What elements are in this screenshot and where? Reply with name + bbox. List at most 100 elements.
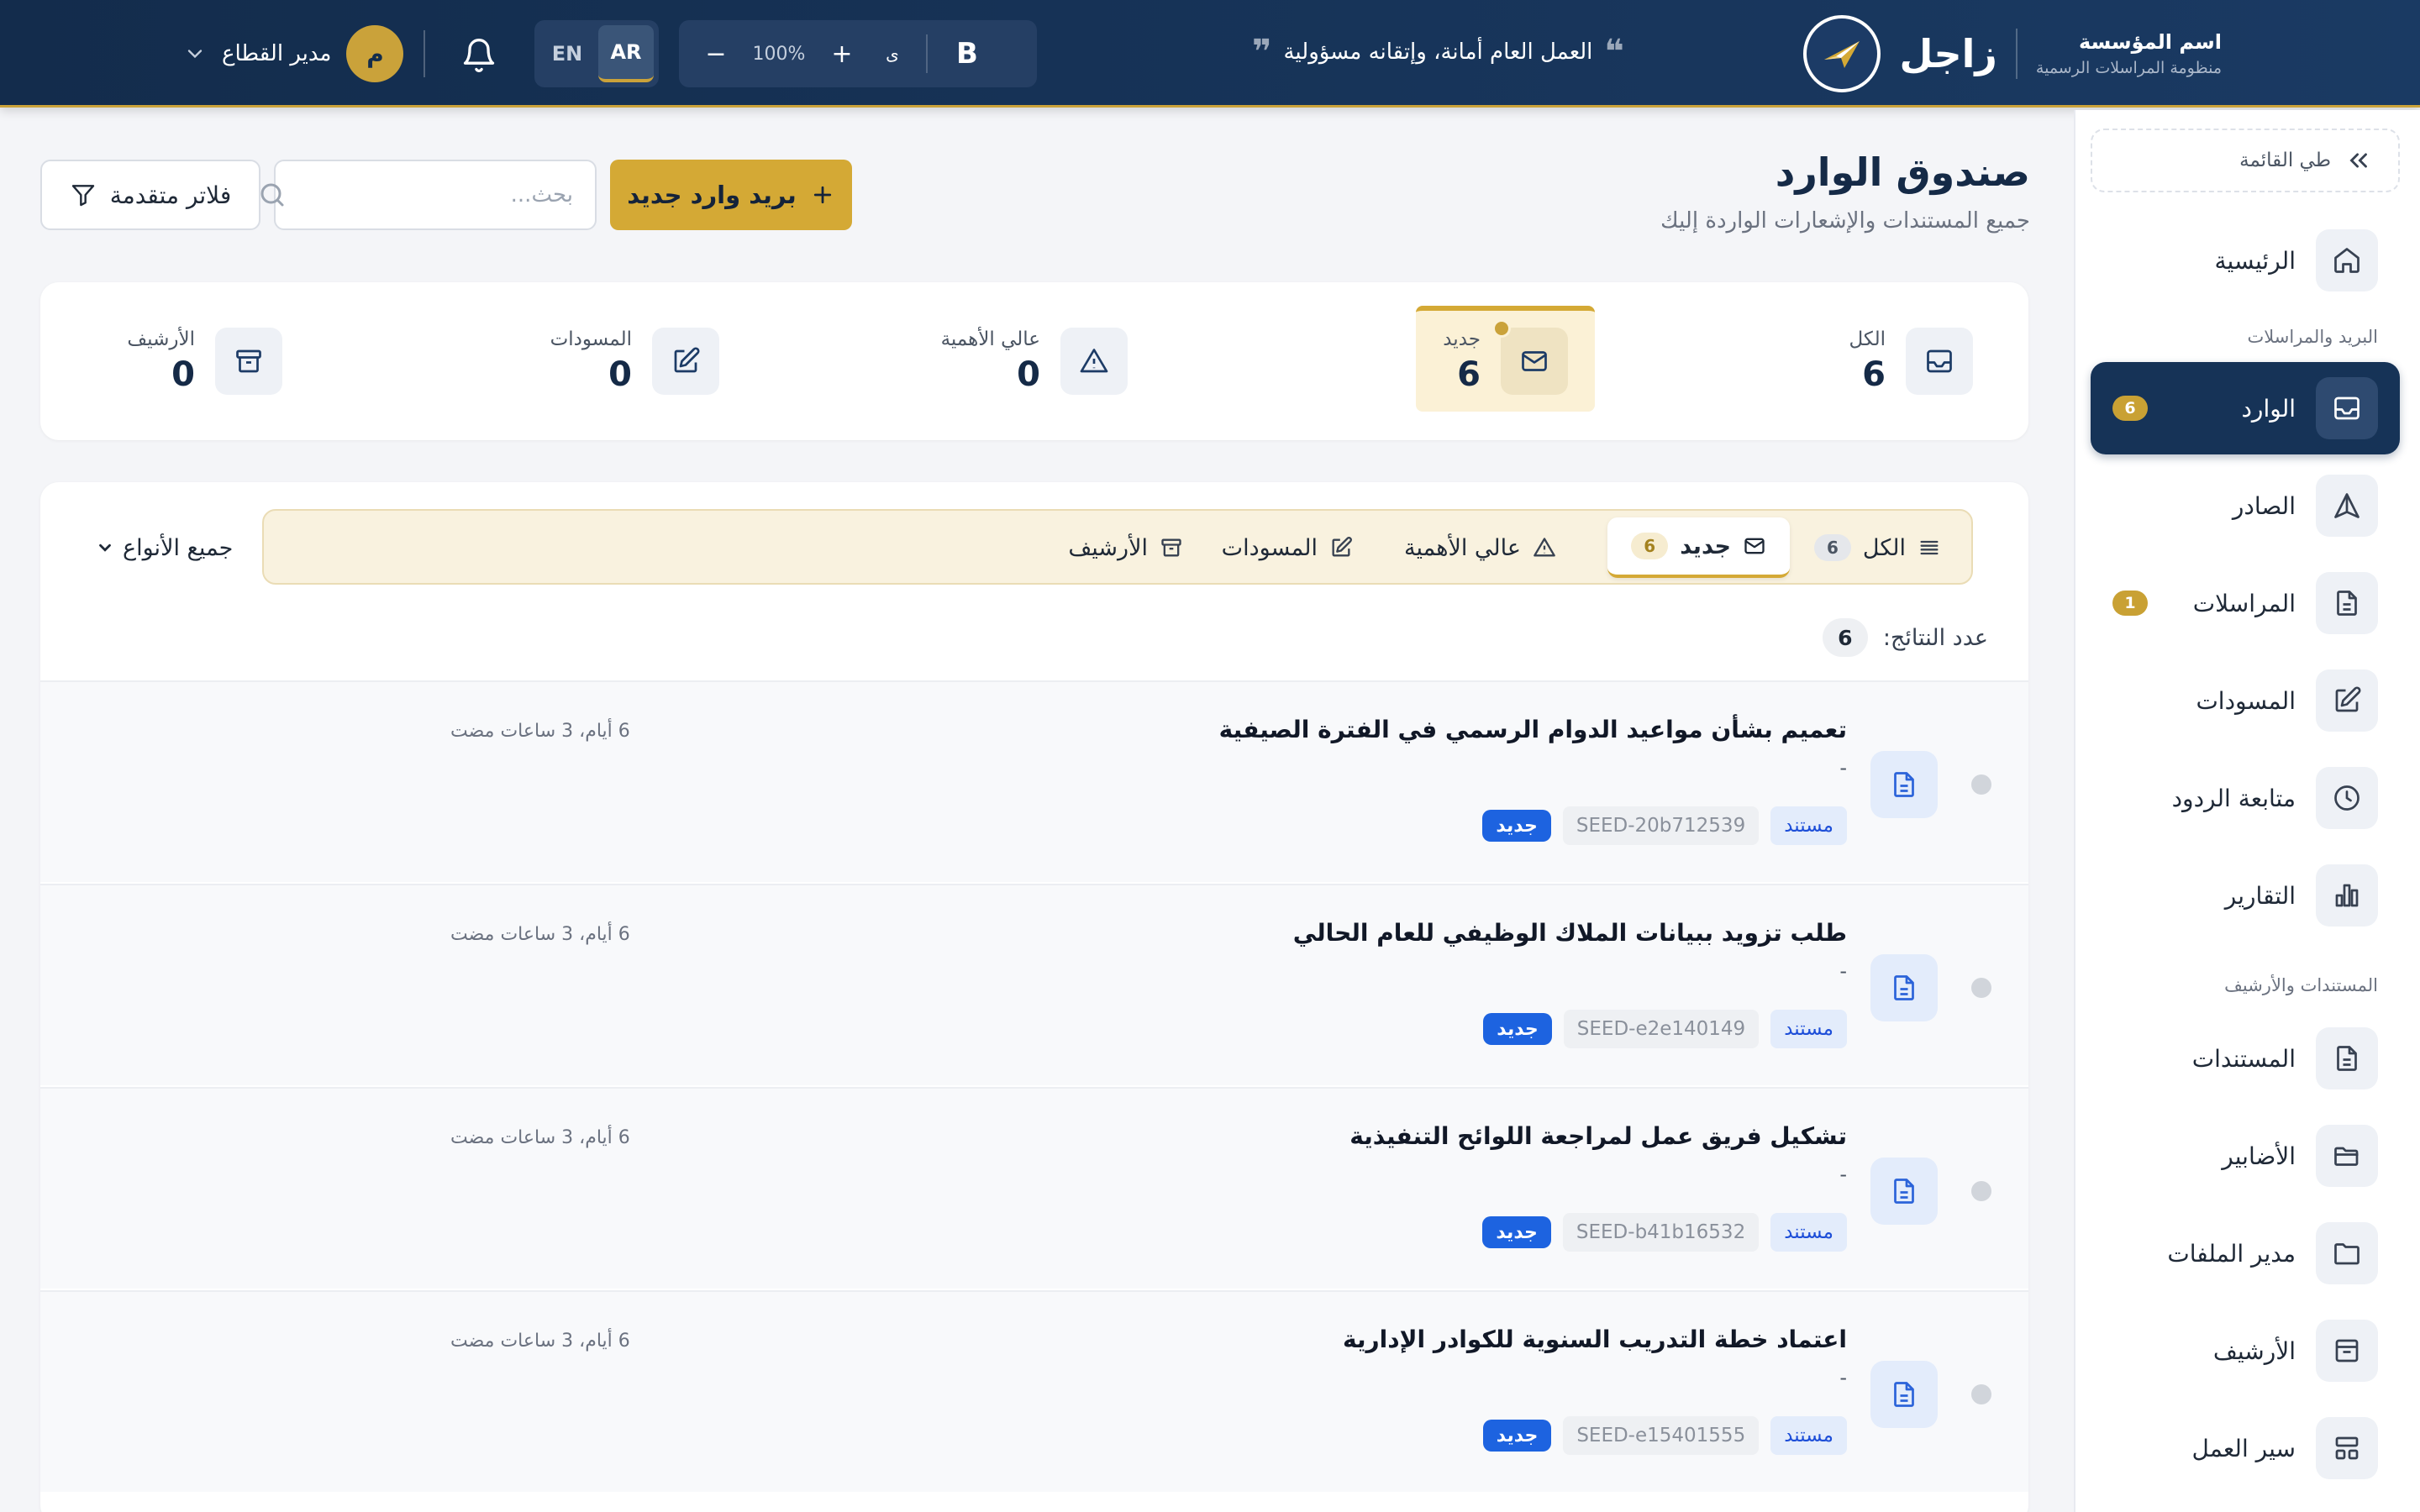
sidebar-item-label: الأرشيف [2212,1336,2296,1365]
sidebar-item-outbox[interactable]: الصادر [2091,459,2400,552]
sidebar-item-dossiers[interactable]: الأضابير [2091,1110,2400,1202]
lang-en-button[interactable]: EN [539,25,595,82]
read-status-dot[interactable] [1971,1384,1991,1404]
stat-label: المسودات [550,328,632,350]
tab-all[interactable]: الكل 6 [1791,517,1965,578]
results-label: عدد النتائج: [1882,624,1988,651]
stat-all[interactable]: الكل 6 [1822,311,2000,412]
item-type-badge: مستند [1770,1416,1847,1455]
item-title: تعميم بشأن مواعيد الدوام الرسمي في الفتر… [1218,716,1847,743]
zoom-in-button[interactable]: + [817,29,867,79]
warning-icon [1060,328,1128,395]
stat-label: الأرشيف [127,328,195,350]
sidebar-section-docs: المستندات والأرشيف [2224,975,2378,995]
document-icon [2316,572,2378,634]
list-item[interactable]: اعتماد خطة التدريب السنوية للكوادر الإدا… [40,1290,2028,1492]
stat-high-priority[interactable]: عالي الأهمية 0 [914,311,1155,412]
brand[interactable]: اسم المؤسسة منظومة المراسلات الرسمية زاج… [1803,15,2222,92]
list-icon [1918,536,1941,559]
collapse-menu-button[interactable]: طي القائمة [2091,129,2400,192]
stat-label: الكل [1849,328,1886,350]
sidebar-item-reports[interactable]: التقارير [2091,849,2400,942]
list-item[interactable]: طلب تزويد ببيانات الملاك الوظيفي للعام ا… [40,884,2028,1085]
bar-chart-icon [2316,864,2378,927]
item-subtitle: - [1839,1163,1847,1186]
motto-text: العمل العام أمانة، وإتقانه مسؤولية [1283,39,1593,65]
type-filter-label: جميع الأنواع [123,534,234,561]
tab-count: 6 [1813,534,1851,561]
inbox-icon [2316,377,2378,439]
read-status-dot[interactable] [1971,774,1991,795]
sidebar-item-label: التقارير [2224,881,2296,910]
type-filter-select[interactable]: جميع الأنواع [96,529,233,566]
list-item[interactable]: تشكيل فريق عمل لمراجعة اللوائح التنفيذية… [40,1087,2028,1289]
folder-icon [2316,1222,2378,1284]
read-status-dot[interactable] [1971,1181,1991,1201]
stat-value: 6 [1457,355,1481,394]
bell-icon[interactable] [460,37,497,74]
item-time: 6 أيام، 3 ساعات مضت [450,924,630,945]
stat-new[interactable]: جديد 6 [1416,306,1595,412]
stat-value: 0 [608,355,632,394]
chevron-down-icon [96,538,114,557]
sidebar-item-label: المراسلات [2192,589,2296,617]
stat-archive[interactable]: الأرشيف 0 [100,311,309,412]
stat-value: 0 [171,355,195,394]
document-icon [1870,1158,1938,1225]
filter-icon [70,181,97,208]
search-input[interactable] [301,182,573,207]
tab-drafts[interactable]: المسودات [1198,517,1376,578]
item-time: 6 أيام، 3 ساعات مضت [450,1127,630,1148]
page-title: صندوق الوارد [1775,150,2030,195]
sidebar-item-label: الصادر [2232,491,2296,520]
inbox-icon [1906,328,1973,395]
plus-icon [810,182,835,207]
zoom-out-button[interactable]: − [691,29,741,79]
document-icon [1870,1361,1938,1428]
edit-icon [652,328,719,395]
tab-archive[interactable]: الأرشيف [1044,517,1207,578]
document-icon [2316,1027,2378,1089]
item-subtitle: - [1839,756,1847,780]
sidebar-item-label: متابعة الردود [2171,784,2296,812]
sidebar-item-label: المستندات [2191,1044,2296,1073]
sidebar-item-correspondence[interactable]: المراسلات 1 [2091,557,2400,649]
bold-text-button[interactable]: B [936,29,998,79]
sidebar: طي القائمة الرئيسية البريد والمراسلات ال… [2074,110,2420,1512]
status-badge: جديد [1483,1013,1552,1045]
stat-value: 6 [1862,355,1886,394]
stat-label: جديد [1443,328,1481,350]
tab-high-priority[interactable]: عالي الأهمية [1381,517,1580,578]
advanced-filters-button[interactable]: فلاتر متقدمة [40,160,260,230]
brand-divider [2015,29,2018,79]
organization-subtitle: منظومة المراسلات الرسمية [2035,59,2222,77]
sidebar-item-documents[interactable]: المستندات [2091,1012,2400,1105]
quote-close-icon: ❞ [1252,33,1272,71]
sidebar-item-workflow[interactable]: سير العمل [2091,1402,2400,1494]
archive-icon [2316,1320,2378,1382]
font-size-button[interactable]: ى [867,29,918,79]
tab-label: الكل [1862,534,1906,561]
sidebar-item-home[interactable]: الرئيسية [2091,214,2400,307]
sidebar-item-inbox[interactable]: الوارد 6 [2091,362,2400,454]
new-incoming-mail-button[interactable]: بريد وارد جديد [610,160,852,230]
list-item[interactable]: تعميم بشأن مواعيد الدوام الرسمي في الفتر… [40,680,2028,882]
quote-open-icon: ❝ [1604,33,1624,71]
stat-drafts[interactable]: المسودات 0 [523,311,746,412]
correspondence-count-badge: 1 [2112,591,2148,616]
user-menu[interactable]: م مدير القطاع [183,25,404,82]
organization-name: اسم المؤسسة [2079,30,2222,54]
status-badge: جديد [1482,1216,1551,1248]
sidebar-item-follow-up[interactable]: متابعة الردود [2091,752,2400,844]
header-divider [424,30,425,77]
tab-new[interactable]: جديد 6 [1607,517,1790,578]
item-reference-code: SEED-b41b16532 [1562,1213,1760,1252]
top-header: اسم المؤسسة منظومة المراسلات الرسمية زاج… [0,0,2420,108]
sidebar-item-label: المسودات [2196,686,2296,715]
sidebar-item-archive[interactable]: الأرشيف [2091,1305,2400,1397]
lang-ar-button[interactable]: AR [598,25,654,82]
sidebar-item-drafts[interactable]: المسودات [2091,654,2400,747]
inbox-count-badge: 6 [2112,396,2148,421]
sidebar-item-file-manager[interactable]: مدير الملفات [2091,1207,2400,1299]
read-status-dot[interactable] [1971,978,1991,998]
